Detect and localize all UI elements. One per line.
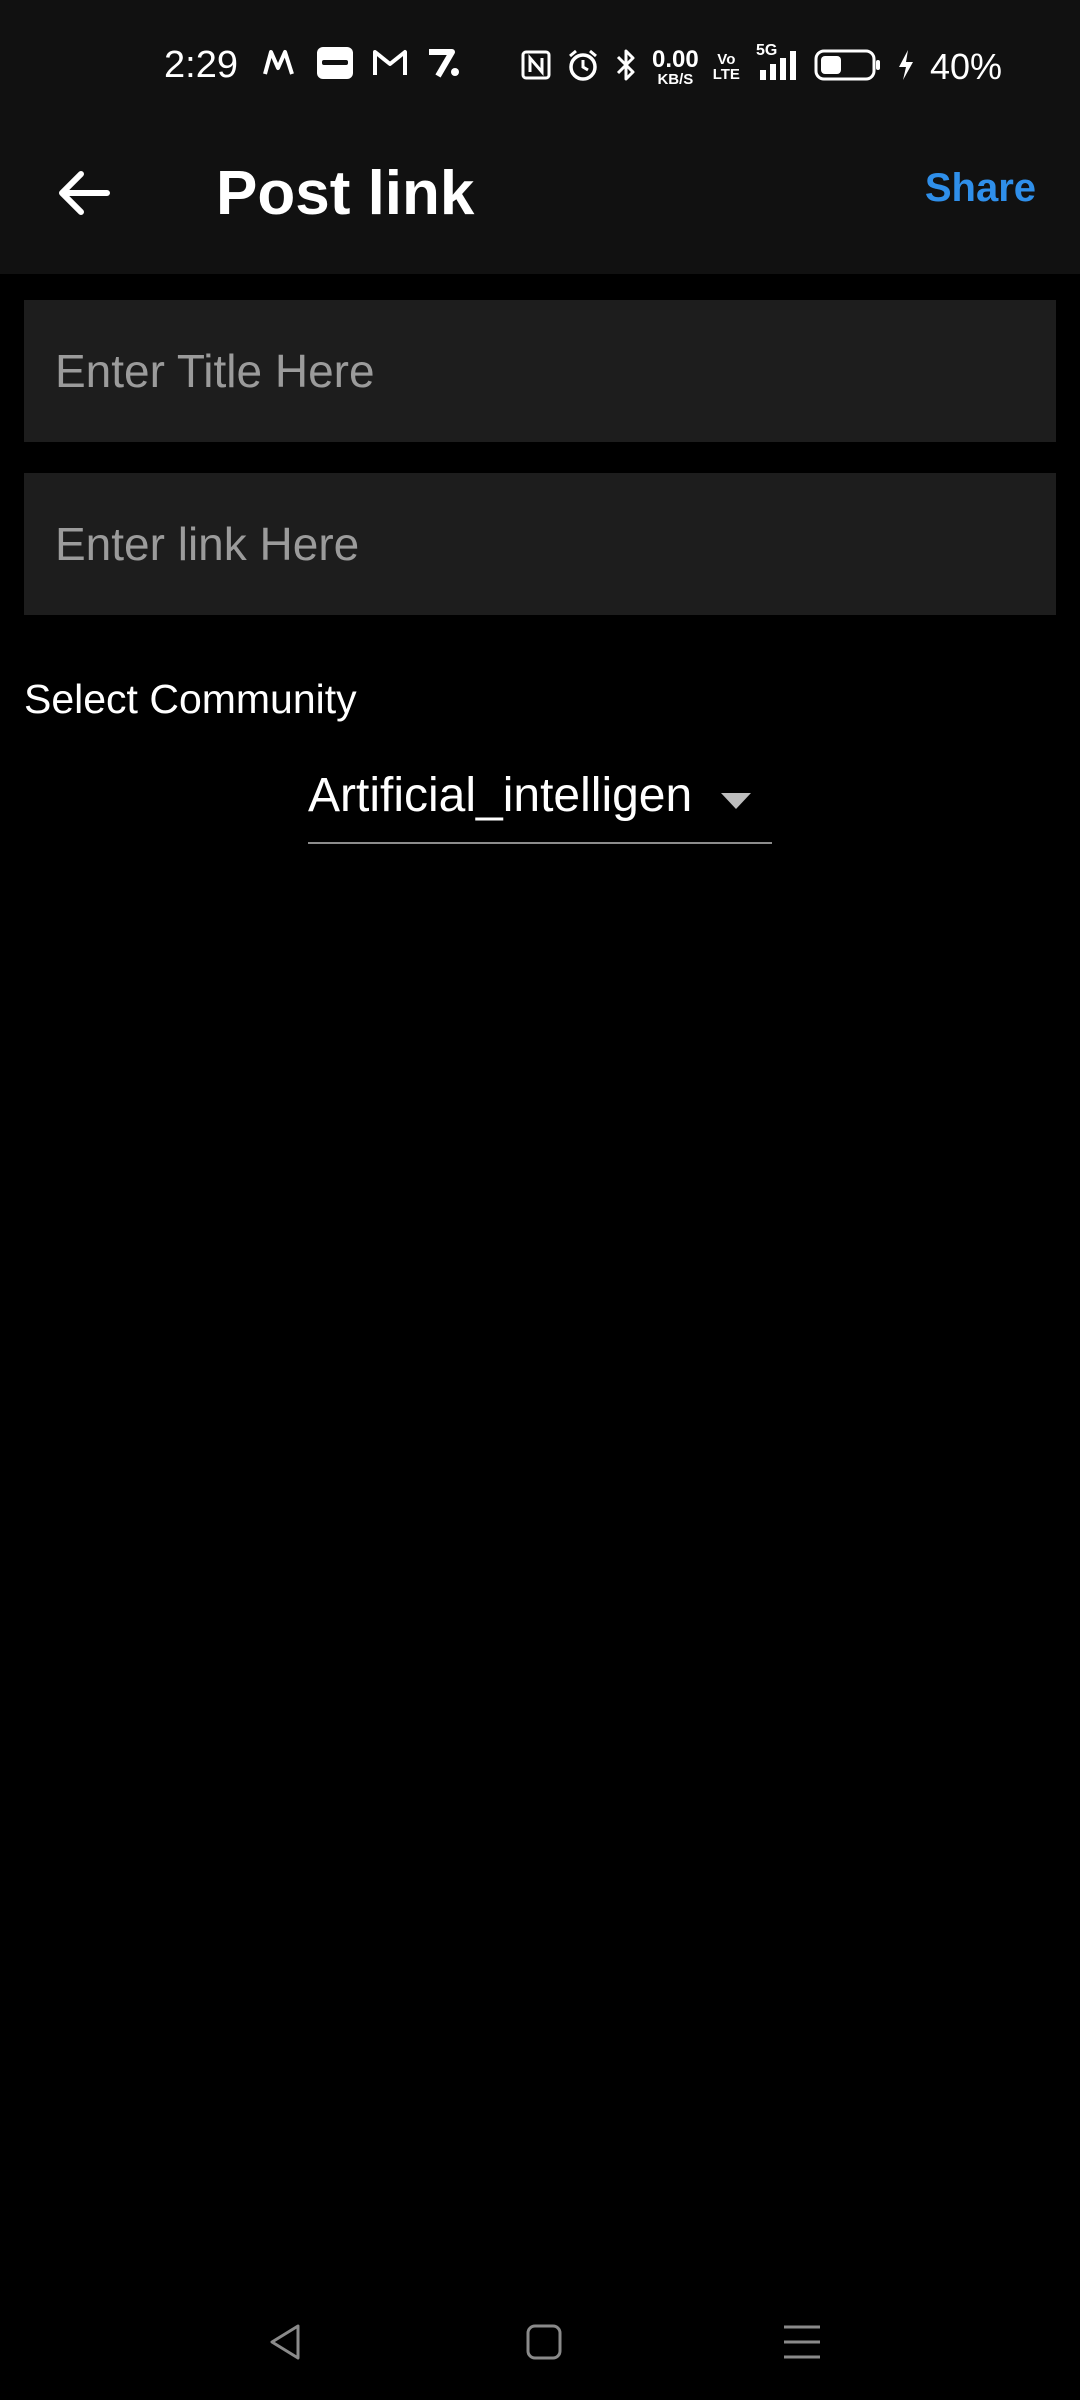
community-selected-value: Artificial_intelligen — [308, 769, 693, 822]
link-input[interactable] — [24, 473, 1056, 615]
zomato-icon — [316, 46, 354, 85]
nav-home-button[interactable] — [514, 2312, 574, 2372]
battery-icon — [814, 48, 882, 87]
nav-recents-button[interactable] — [772, 2312, 832, 2372]
dropdown-arrow-icon — [721, 793, 751, 809]
charging-icon — [896, 48, 916, 87]
status-bar: 2:29 0.00 KB/S Vo LTE 5G 40% — [0, 0, 1080, 106]
status-time: 2:29 — [164, 44, 238, 86]
bluetooth-icon — [614, 48, 638, 87]
arrow-left-icon — [59, 171, 110, 215]
signal-icon: 5G — [754, 42, 800, 87]
select-community-label: Select Community — [24, 676, 357, 722]
system-icons: 0.00 KB/S Vo LTE 5G 40% — [520, 42, 1002, 88]
share-button[interactable]: Share — [925, 166, 1036, 211]
page-title: Post link — [216, 159, 475, 228]
nav-back-button[interactable] — [256, 2312, 316, 2372]
title-input[interactable] — [24, 300, 1056, 442]
back-button[interactable] — [40, 150, 126, 236]
alarm-icon — [566, 48, 600, 87]
app-bar: Post link Share — [0, 106, 1080, 274]
nav-recents-icon — [784, 2325, 820, 2359]
gmail-icon — [372, 49, 408, 82]
zepto-icon — [426, 47, 462, 84]
community-dropdown[interactable]: Artificial_intelligen — [308, 760, 772, 844]
battery-percent: 40% — [929, 46, 1002, 87]
nfc-icon — [520, 49, 552, 86]
system-nav-bar — [0, 2282, 1080, 2400]
myntra-icon — [262, 48, 298, 83]
volte-indicator: Vo LTE — [712, 51, 740, 83]
nav-home-icon — [526, 2324, 562, 2360]
notification-icons — [262, 46, 462, 85]
nav-back-icon — [270, 2324, 300, 2360]
network-speed: 0.00 KB/S — [652, 45, 699, 88]
